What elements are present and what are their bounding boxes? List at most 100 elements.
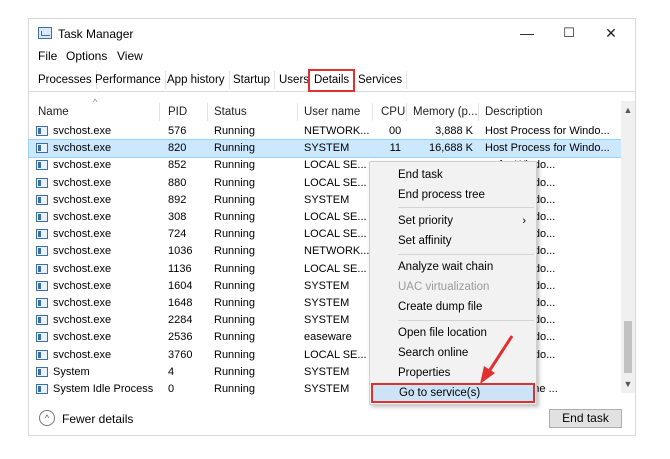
menu-item-label: UAC virtualization xyxy=(398,281,490,293)
col-divider[interactable] xyxy=(372,103,373,121)
cell-status: Running xyxy=(214,383,255,395)
sort-up-icon: ^ xyxy=(93,97,98,107)
cell-name: svchost.exe xyxy=(53,176,112,189)
scroll-up-icon[interactable]: ▲ xyxy=(621,103,635,117)
menu-search-online[interactable]: Search online xyxy=(370,343,536,363)
col-divider[interactable] xyxy=(297,103,298,121)
process-icon xyxy=(36,126,48,136)
cell-desc: Host Process for Windo... xyxy=(485,142,610,155)
scroll-thumb[interactable] xyxy=(624,321,632,373)
cell-user: LOCAL SE... xyxy=(304,176,367,189)
cell-pid: 3760 xyxy=(168,348,193,361)
cell-pid: 1648 xyxy=(168,297,193,309)
minimize-button[interactable]: — xyxy=(516,23,538,43)
cell-name: svchost.exe xyxy=(53,211,112,223)
tab-performance[interactable]: Performance xyxy=(91,71,166,89)
task-manager-icon xyxy=(38,27,52,39)
cell-name: svchost.exe xyxy=(53,314,112,327)
table-row[interactable]: svchost.exe 576 Running NETWORK... 00 3,888 K… xyxy=(29,123,621,140)
tab-bar: Processes Performance App history Startu… xyxy=(29,69,635,92)
cell-status: Running xyxy=(214,297,255,309)
context-menu: End task End process tree Set priority › … xyxy=(369,161,537,405)
cell-pid: 1604 xyxy=(168,279,193,292)
window-title: Task Manager xyxy=(58,27,134,41)
menu-item-label: Open file location xyxy=(398,327,487,339)
col-description[interactable]: Description xyxy=(485,106,543,118)
cell-name: svchost.exe xyxy=(53,297,112,309)
col-divider[interactable] xyxy=(406,103,407,121)
tab-startup[interactable]: Startup xyxy=(229,71,276,89)
menu-set-priority[interactable]: Set priority › xyxy=(370,211,536,231)
cell-name: svchost.exe xyxy=(53,193,112,206)
col-divider[interactable] xyxy=(207,103,208,121)
col-status[interactable]: Status xyxy=(214,106,247,118)
fewer-details-link[interactable]: Fewer details xyxy=(62,412,133,426)
cell-name: svchost.exe xyxy=(53,159,112,172)
cell-pid: 880 xyxy=(168,176,187,189)
cell-pid: 892 xyxy=(168,193,187,206)
menu-go-to-services[interactable]: Go to service(s) xyxy=(371,383,535,403)
process-icon xyxy=(36,143,48,154)
cell-pid: 0 xyxy=(168,383,175,395)
col-name[interactable]: Name xyxy=(38,106,69,118)
cell-status: Running xyxy=(214,142,255,155)
title-bar: Task Manager — ☐ ✕ xyxy=(29,19,635,47)
tab-processes[interactable]: Processes xyxy=(34,71,97,89)
cell-user: SYSTEM xyxy=(304,314,350,327)
process-icon xyxy=(36,315,48,326)
cell-user: LOCAL SE... xyxy=(304,228,367,241)
maximize-button[interactable]: ☐ xyxy=(558,23,580,43)
cell-mem: 16,688 K xyxy=(428,142,473,155)
menu-analyze-wait-chain[interactable]: Analyze wait chain xyxy=(370,257,536,277)
menu-open-file-location[interactable]: Open file location xyxy=(370,323,536,343)
cell-name: svchost.exe xyxy=(53,331,112,344)
chevron-up-icon[interactable]: ^ xyxy=(39,410,55,426)
task-manager-window: Task Manager — ☐ ✕ File Options View Pro… xyxy=(28,18,636,436)
menu-item-label: Set priority xyxy=(398,215,453,227)
table-row[interactable]: svchost.exe 820 Running SYSTEM 11 16,688 K Hos… xyxy=(28,139,622,159)
process-icon xyxy=(36,349,48,360)
scroll-down-icon[interactable]: ▼ xyxy=(621,377,635,391)
cell-name: svchost.exe xyxy=(53,245,112,258)
cell-user: LOCAL SE... xyxy=(304,348,367,361)
col-pid[interactable]: PID xyxy=(168,106,187,118)
menu-create-dump-file[interactable]: Create dump file xyxy=(370,297,536,317)
cell-user: LOCAL SE... xyxy=(304,159,367,172)
menu-item-label: Search online xyxy=(398,347,469,359)
cell-status: Running xyxy=(214,262,255,275)
cell-pid: 852 xyxy=(168,159,187,172)
cell-pid: 1036 xyxy=(168,245,193,258)
cell-status: Running xyxy=(214,348,255,361)
close-button[interactable]: ✕ xyxy=(600,23,622,43)
process-icon xyxy=(36,298,48,308)
tab-details[interactable]: Details xyxy=(308,69,356,92)
vertical-scrollbar[interactable]: ▲ ▼ xyxy=(621,101,635,393)
cell-status: Running xyxy=(214,176,255,189)
tab-services[interactable]: Services xyxy=(354,71,408,89)
col-divider[interactable] xyxy=(159,103,160,121)
menu-end-process-tree[interactable]: End process tree xyxy=(370,185,536,205)
cell-status: Running xyxy=(214,228,255,241)
col-user-name[interactable]: User name xyxy=(304,106,360,118)
cell-pid: 820 xyxy=(168,142,187,155)
process-icon xyxy=(36,160,48,171)
cell-status: Running xyxy=(214,211,255,223)
tab-app-history[interactable]: App history xyxy=(163,71,230,89)
menu-options[interactable]: Options xyxy=(66,49,107,63)
menu-view[interactable]: View xyxy=(117,49,143,63)
menu-end-task[interactable]: End task xyxy=(370,165,536,185)
menu-set-affinity[interactable]: Set affinity xyxy=(370,231,536,251)
col-cpu[interactable]: CPU xyxy=(381,106,405,118)
end-task-button[interactable]: End task xyxy=(549,409,622,428)
cell-pid: 2284 xyxy=(168,314,193,327)
cell-user: SYSTEM xyxy=(304,193,350,206)
process-icon xyxy=(36,384,48,394)
cell-pid: 1136 xyxy=(168,262,192,275)
process-icon xyxy=(36,332,48,343)
cell-status: Running xyxy=(214,159,255,172)
cell-user: SYSTEM xyxy=(304,279,350,292)
menu-properties[interactable]: Properties xyxy=(370,363,536,383)
menu-file[interactable]: File xyxy=(38,49,57,63)
col-divider[interactable] xyxy=(478,103,479,121)
col-memory[interactable]: Memory (p... xyxy=(413,106,478,118)
